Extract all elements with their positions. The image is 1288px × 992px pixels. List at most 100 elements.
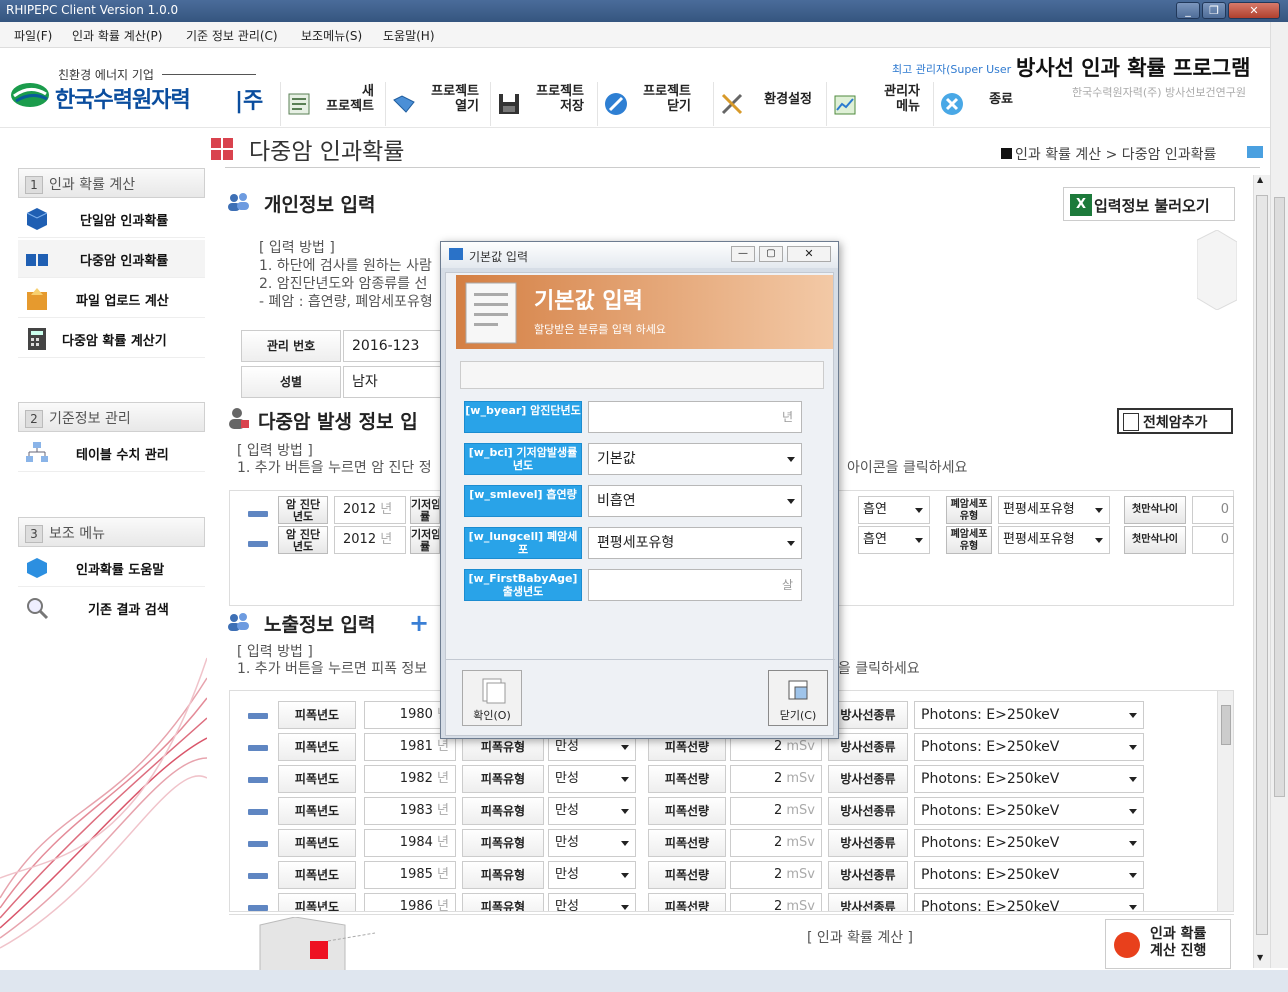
add-all-cancer-button[interactable]: 전체암추가 [1117, 408, 1233, 434]
dialog-close-button[interactable]: 닫기(C) [768, 670, 828, 726]
dialog-field-suffix: 살 [781, 578, 793, 592]
toolbar-exit[interactable]: 종료 [933, 82, 1019, 126]
smoking-select[interactable]: 흡연 [858, 496, 930, 524]
add-exposure-icon[interactable]: + [409, 611, 429, 635]
run-calculation-button[interactable]: 인과 확률 계산 진행 [1105, 919, 1231, 969]
dialog-maximize-button[interactable]: ▢ [759, 246, 783, 262]
remove-row-icon[interactable] [248, 841, 268, 847]
exposure-year-label: 피폭년도 [278, 765, 356, 793]
remove-row-icon[interactable] [248, 905, 268, 911]
exposure-dose-input[interactable]: 2 mSv [730, 893, 822, 911]
menu-calc[interactable]: 인과 확률 계산(P) [72, 27, 162, 44]
lung-cell-value: 편평세포유형 [1003, 532, 1075, 547]
exposure-dose-input[interactable]: 2 mSv [730, 861, 822, 889]
dialog-field-input[interactable]: 년 [588, 401, 802, 433]
exposure-year-input[interactable]: 1982 년 [364, 765, 456, 793]
menu-file[interactable]: 파일(F) [14, 27, 52, 44]
sex-select[interactable]: 남자 [343, 366, 443, 398]
dialog-field-input[interactable]: 기본값 [588, 443, 802, 475]
sidebar-item-multi-cancer[interactable]: 다중암 인과확률 [18, 240, 205, 278]
radiation-type-select[interactable]: Photons: E>250keV [914, 829, 1144, 857]
section-title: 기준정보 관리 [49, 411, 131, 427]
chevron-down-icon [621, 841, 629, 846]
sidebar-item-single-cancer[interactable]: 단일암 인과확률 [18, 200, 205, 238]
dialog-minimize-button[interactable]: — [731, 246, 755, 262]
dialog-field-input[interactable]: 비흡연 [588, 485, 802, 517]
remove-row-icon[interactable] [248, 809, 268, 815]
dialog-close-x-button[interactable]: ✕ [787, 246, 831, 262]
exposure-type-select[interactable]: 만성 [548, 797, 636, 825]
scroll-thumb[interactable] [1274, 197, 1285, 797]
toolbar-save-project[interactable]: 프로젝트 저장 [490, 82, 590, 126]
dialog-field-value: 기본값 [597, 451, 636, 467]
radiation-type-select[interactable]: Photons: E>250keV [914, 701, 1144, 729]
toolbar-settings[interactable]: 환경설정 [713, 82, 818, 126]
exposure-type-select[interactable]: 만성 [548, 861, 636, 889]
remove-row-icon[interactable] [248, 511, 268, 517]
year-unit: 년 [437, 771, 449, 786]
remove-row-icon[interactable] [248, 745, 268, 751]
exposure-type-select[interactable]: 만성 [548, 765, 636, 793]
main-scrollbar[interactable]: ▲ ▼ [1253, 175, 1270, 968]
exposure-year-input[interactable]: 1986 년 [364, 893, 456, 911]
cancer-year-input[interactable]: 2012 년 [334, 496, 406, 524]
section-title: 보조 메뉴 [49, 526, 105, 542]
maximize-button[interactable]: ❐ [1202, 2, 1226, 19]
toolbar-admin[interactable]: 관리자 메뉴 [826, 82, 926, 126]
scroll-thumb[interactable] [1256, 195, 1268, 935]
sidebar-item-calculator[interactable]: 다중암 확률 계산기 [18, 320, 205, 358]
exposure-year-input[interactable]: 1985 년 [364, 861, 456, 889]
scroll-down-icon[interactable]: ▼ [1257, 953, 1263, 962]
remove-row-icon[interactable] [248, 541, 268, 547]
cancer-year-input[interactable]: 2012 년 [334, 526, 406, 554]
load-input-button[interactable]: X 입력정보 불러오기 [1063, 187, 1235, 221]
radiation-type-select[interactable]: Photons: E>250keV [914, 733, 1144, 761]
menu-help[interactable]: 도움말(H) [383, 27, 435, 44]
exposure-help-1: [ 입력 방법 ] [237, 644, 313, 660]
menu-basedata[interactable]: 기준 정보 관리(C) [186, 27, 278, 44]
minimize-button[interactable]: _ [1176, 2, 1200, 19]
exposure-scrollbar[interactable] [1217, 691, 1233, 911]
dialog-field-input[interactable]: 살 [588, 569, 802, 601]
window-close-button[interactable]: ✕ [1228, 2, 1280, 19]
exposure-dose-input[interactable]: 2 mSv [730, 765, 822, 793]
remove-row-icon[interactable] [248, 713, 268, 719]
toolbar-open-project[interactable]: 프로젝트 열기 [385, 82, 485, 126]
sidebar-item-search-results[interactable]: 기존 결과 검색 [18, 589, 205, 627]
new-project-icon [287, 92, 311, 116]
first-birth-input[interactable]: 0 [1192, 496, 1234, 524]
remove-row-icon[interactable] [248, 873, 268, 879]
sidebar-item-table-values[interactable]: 테이블 수치 관리 [18, 434, 205, 472]
lung-cell-select[interactable]: 편평세포유형 [998, 526, 1110, 554]
remove-row-icon[interactable] [248, 777, 268, 783]
radiation-type-select[interactable]: Photons: E>250keV [914, 893, 1144, 911]
sidebar-item-file-upload[interactable]: 파일 업로드 계산 [18, 280, 205, 318]
lung-cell-select[interactable]: 편평세포유형 [998, 496, 1110, 524]
sidebar-section-basedata[interactable]: 2 기준정보 관리 [18, 402, 205, 432]
sidebar-section-calc[interactable]: 1 인과 확률 계산 [18, 168, 205, 198]
logo-rule [162, 74, 256, 75]
dialog-field-input[interactable]: 편평세포유형 [588, 527, 802, 559]
id-input[interactable]: 2016-123 [343, 330, 443, 362]
toolbar-new-project[interactable]: 새 프로젝트 [280, 82, 380, 126]
exposure-year-input[interactable]: 1983 년 [364, 797, 456, 825]
window-scrollbar[interactable] [1270, 22, 1288, 968]
radiation-type-select[interactable]: Photons: E>250keV [914, 861, 1144, 889]
sidebar-section-aux[interactable]: 3 보조 메뉴 [18, 517, 205, 547]
scroll-up-icon[interactable]: ▲ [1257, 175, 1263, 184]
toolbar-close-project[interactable]: 프로젝트 닫기 [597, 82, 697, 126]
radiation-type-select[interactable]: Photons: E>250keV [914, 797, 1144, 825]
exposure-year-value: 1980 [399, 707, 433, 722]
dialog-ok-button[interactable]: 확인(O) [462, 670, 522, 726]
radiation-type-select[interactable]: Photons: E>250keV [914, 765, 1144, 793]
first-birth-input[interactable]: 0 [1192, 526, 1234, 554]
exposure-dose-input[interactable]: 2 mSv [730, 797, 822, 825]
sidebar-item-help[interactable]: 인과확률 도움말 [18, 549, 205, 587]
exposure-type-select[interactable]: 만성 [548, 829, 636, 857]
scroll-thumb[interactable] [1221, 705, 1231, 745]
menu-aux[interactable]: 보조메뉴(S) [301, 27, 362, 44]
exposure-type-select[interactable]: 만성 [548, 893, 636, 911]
exposure-dose-input[interactable]: 2 mSv [730, 829, 822, 857]
exposure-year-input[interactable]: 1984 년 [364, 829, 456, 857]
smoking-select[interactable]: 흡연 [858, 526, 930, 554]
